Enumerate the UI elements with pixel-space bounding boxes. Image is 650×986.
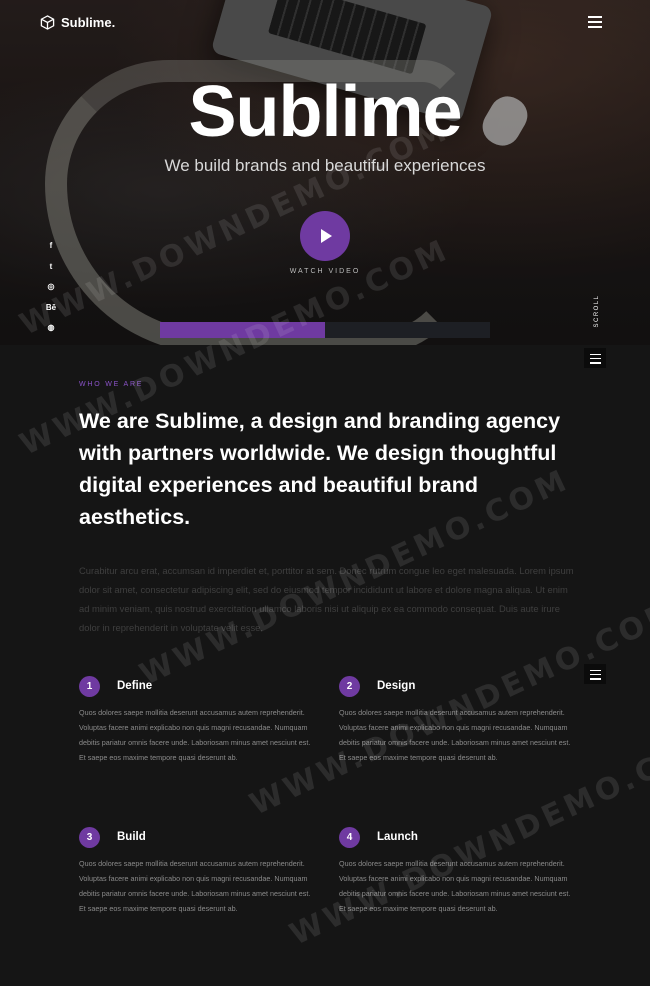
step-number-badge: 4: [339, 827, 360, 848]
feature-body: Quos dolores saepe mollitia deserunt acc…: [79, 859, 311, 913]
feature-title: Design: [377, 680, 416, 692]
hamburger-icon: [589, 670, 601, 672]
menu-button[interactable]: [588, 16, 602, 28]
step-number-badge: 1: [79, 676, 100, 697]
hamburger-icon: [589, 354, 601, 356]
feature-title: Build: [117, 831, 146, 843]
play-icon: [321, 229, 332, 243]
hero-title: Sublime: [188, 72, 462, 152]
facebook-icon[interactable]: f: [45, 240, 57, 252]
cube-logo-icon: [40, 15, 55, 30]
logo-text: Sublime.: [61, 15, 116, 30]
hamburger-icon: [588, 16, 602, 18]
logo-link[interactable]: Sublime.: [40, 15, 115, 30]
step-number-badge: 2: [339, 676, 360, 697]
side-menu-button[interactable]: [584, 348, 606, 368]
step-number-badge: 3: [79, 827, 100, 848]
twitter-icon[interactable]: t: [45, 261, 57, 273]
scroll-indicator[interactable]: SCROLL: [594, 286, 600, 336]
feature-title: Launch: [377, 831, 418, 843]
feature-body: Quos dolores saepe mollitia deserunt acc…: [79, 708, 311, 762]
play-video-button[interactable]: [300, 211, 350, 261]
